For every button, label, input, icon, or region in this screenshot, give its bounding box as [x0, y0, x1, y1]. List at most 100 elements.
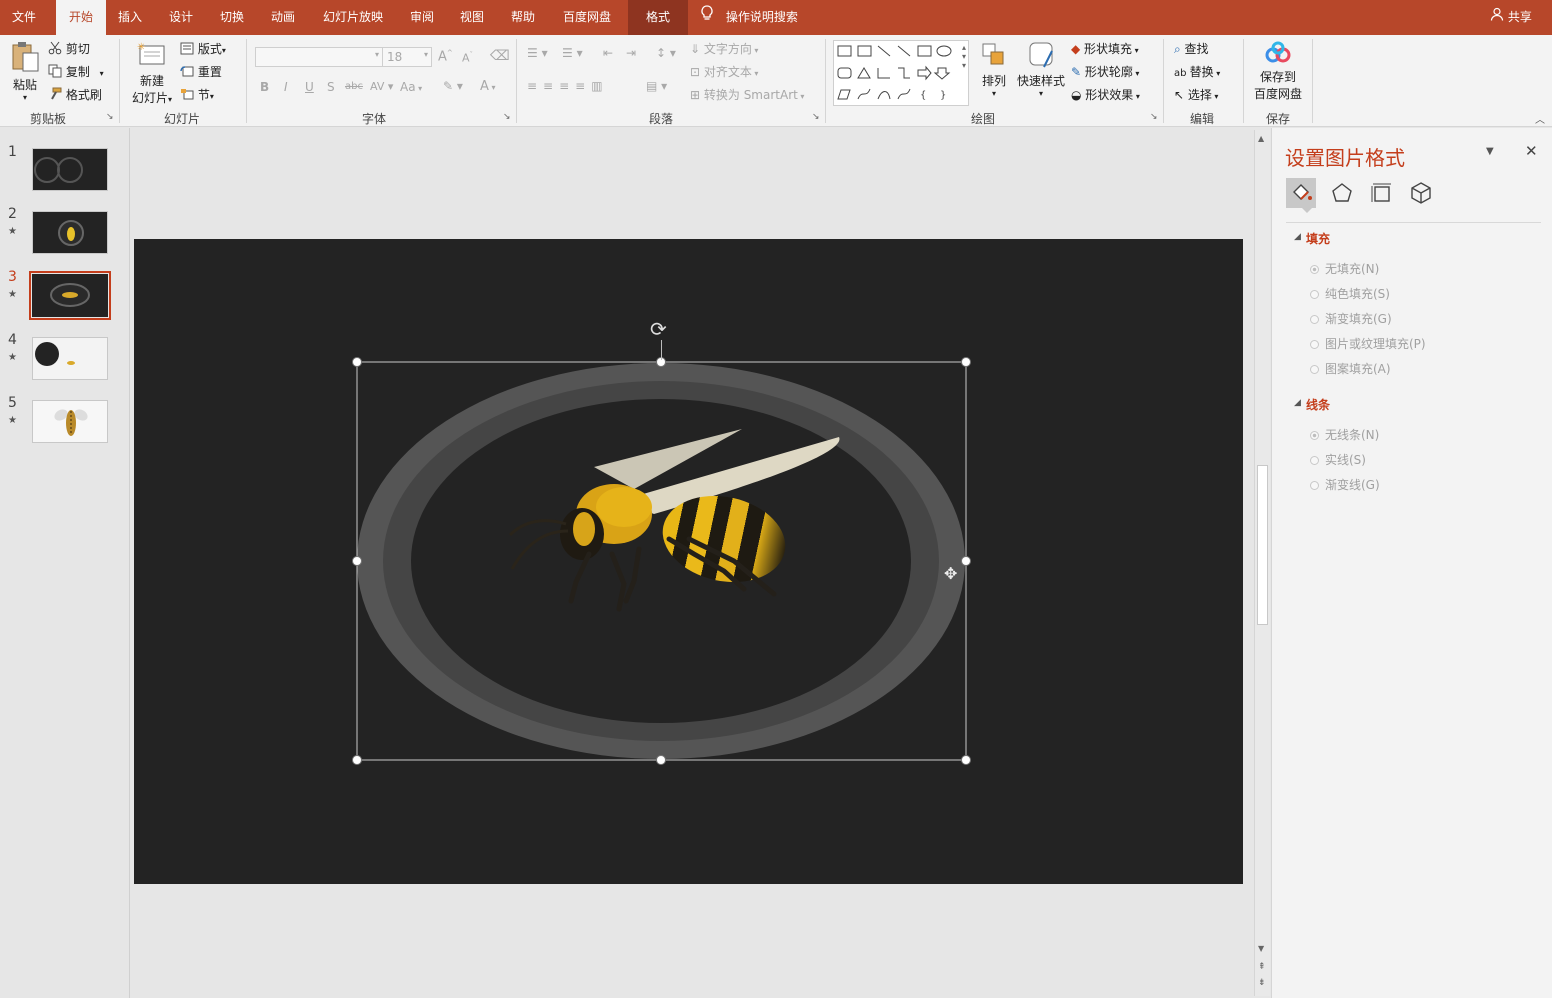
clear-format-button[interactable]: ⌫ — [490, 48, 510, 64]
bullets-button[interactable]: ☰ ▾ — [527, 46, 548, 60]
tab-view[interactable]: 视图 — [450, 0, 494, 35]
strikethrough-button[interactable]: abc — [345, 81, 363, 92]
char-spacing-button[interactable]: AV ▾ — [370, 80, 393, 93]
previous-slide-icon[interactable]: ⇞ — [1258, 962, 1266, 972]
grow-font-button[interactable]: A^ — [438, 49, 453, 64]
save-baidu-button[interactable]: 保存到 百度网盘 — [1252, 41, 1304, 102]
radio-picture-fill[interactable]: 图片或纹理填充(P) — [1310, 335, 1426, 352]
radio-gradient-fill[interactable]: 渐变填充(G) — [1310, 310, 1392, 327]
tab-review[interactable]: 审阅 — [400, 0, 444, 35]
radio-gradient-line[interactable]: 渐变线(G) — [1310, 476, 1380, 493]
pane-options-chevron-icon[interactable]: ▼ — [1486, 146, 1494, 157]
scroll-down-icon[interactable]: ▼ — [1258, 944, 1264, 953]
select-button[interactable]: ↖ 选择 ▾ — [1174, 86, 1218, 103]
tab-animations[interactable]: 动画 — [261, 0, 305, 35]
tab-help[interactable]: 帮助 — [501, 0, 545, 35]
radio-no-line[interactable]: 无线条(N) — [1310, 426, 1379, 443]
bold-button[interactable]: B — [260, 80, 269, 94]
slide-thumbnail-5[interactable] — [32, 400, 108, 443]
tab-insert[interactable]: 插入 — [108, 0, 152, 35]
font-color-button[interactable]: A ▾ — [480, 79, 495, 94]
font-size-dropdown[interactable]: 18 ▾ — [382, 47, 432, 67]
effects-tab[interactable] — [1327, 178, 1357, 208]
resize-handle-bottom-left[interactable] — [352, 755, 362, 765]
tab-baidu[interactable]: 百度网盘 — [553, 0, 621, 35]
collapse-fill-icon[interactable]: ◢ — [1294, 232, 1301, 242]
increase-indent-button[interactable]: ⇥ — [626, 46, 636, 60]
drawing-launcher-icon[interactable]: ↘ — [1150, 112, 1158, 122]
slide-thumbnail-3[interactable] — [32, 274, 108, 317]
radio-solid-line[interactable]: 实线(S) — [1310, 451, 1366, 468]
paste-button[interactable]: 粘贴 ▾ — [8, 41, 42, 107]
replace-button[interactable]: ab 替换 ▾ — [1174, 63, 1220, 80]
find-button[interactable]: ⌕ 查找 — [1174, 40, 1209, 57]
resize-handle-left[interactable] — [352, 556, 362, 566]
radio-no-fill[interactable]: 无填充(N) — [1310, 260, 1379, 277]
tab-file[interactable]: 文件 — [0, 0, 48, 35]
shape-fill-button[interactable]: ◆ 形状填充 ▾ — [1071, 40, 1139, 57]
tab-format[interactable]: 格式 — [628, 0, 688, 35]
tab-design[interactable]: 设计 — [159, 0, 203, 35]
copy-button[interactable]: 复制 ▾ — [48, 63, 104, 81]
decrease-indent-button[interactable]: ⇤ — [603, 46, 613, 60]
font-launcher-icon[interactable]: ↘ — [503, 112, 511, 122]
resize-handle-bottom-right[interactable] — [961, 755, 971, 765]
underline-button[interactable]: U — [305, 80, 314, 94]
shapes-gallery[interactable]: {} ▴ ▾ ▾ — [833, 40, 969, 106]
quick-styles-button[interactable]: 快速样式 ▾ — [1015, 41, 1067, 98]
arrange-button[interactable]: 排列 ▾ — [978, 41, 1010, 98]
section-button[interactable]: 节▾ — [180, 86, 214, 104]
tell-me-search[interactable]: 操作说明搜索 — [700, 0, 810, 35]
highlight-button[interactable]: ✎ ▾ — [443, 79, 463, 93]
alignment-buttons[interactable]: ≡≡≡≡▥ — [527, 79, 609, 93]
align-text-button[interactable]: ⊡ 对齐文本 ▾ — [690, 63, 758, 80]
gallery-scroll-icon[interactable]: ▴ ▾ ▾ — [962, 43, 966, 70]
clipboard-launcher-icon[interactable]: ↘ — [106, 112, 114, 122]
next-slide-icon[interactable]: ⇟ — [1258, 978, 1266, 988]
radio-solid-fill[interactable]: 纯色填充(S) — [1310, 285, 1390, 302]
columns-button[interactable]: ▤ ▾ — [646, 79, 667, 93]
size-properties-tab[interactable] — [1367, 178, 1397, 208]
collapse-ribbon-icon[interactable]: ︿ — [1535, 111, 1545, 126]
tab-home[interactable]: 开始 — [56, 0, 106, 35]
slide-thumbnail-1[interactable] — [32, 148, 108, 191]
line-spacing-button[interactable]: ↕ ▾ — [656, 46, 676, 60]
scroll-up-icon[interactable]: ▲ — [1258, 134, 1264, 143]
tab-slideshow[interactable]: 幻灯片放映 — [314, 0, 392, 35]
close-icon[interactable]: ✕ — [1525, 142, 1538, 160]
paragraph-launcher-icon[interactable]: ↘ — [812, 112, 820, 122]
share-button[interactable]: 共享 — [1486, 0, 1536, 35]
resize-handle-right[interactable] — [961, 556, 971, 566]
cut-button[interactable]: 剪切 — [48, 40, 90, 58]
slide-canvas[interactable]: ⟳ ✥ — [134, 239, 1243, 884]
change-case-button[interactable]: Aa ▾ — [400, 80, 422, 94]
line-section-title[interactable]: 线条 — [1306, 396, 1330, 413]
text-direction-button[interactable]: ⇓ 文字方向 ▾ — [690, 40, 758, 57]
collapse-line-icon[interactable]: ◢ — [1294, 398, 1301, 408]
shape-effects-button[interactable]: ◒ 形状效果 ▾ — [1071, 86, 1140, 103]
font-family-dropdown[interactable]: ▾ — [255, 47, 383, 67]
slide-thumbnail-4[interactable] — [32, 337, 108, 380]
resize-handle-top-left[interactable] — [352, 357, 362, 367]
layout-button[interactable]: 版式▾ — [180, 40, 226, 58]
format-painter-button[interactable]: 格式刷 — [48, 86, 102, 104]
reset-button[interactable]: 重置 — [180, 63, 222, 81]
resize-handle-top-right[interactable] — [961, 357, 971, 367]
new-slide-button[interactable]: ✳ 新建 幻灯片▾ — [128, 41, 176, 106]
slide-thumbnail-2[interactable] — [32, 211, 108, 254]
tab-transitions[interactable]: 切换 — [210, 0, 254, 35]
scrollbar-thumb[interactable] — [1257, 465, 1268, 625]
shadow-button[interactable]: S — [327, 80, 335, 94]
rotate-handle-icon[interactable]: ⟳ — [650, 317, 667, 341]
convert-smartart-button[interactable]: ⊞ 转换为 SmartArt ▾ — [690, 86, 804, 103]
picture-tab[interactable] — [1406, 178, 1436, 208]
italic-button[interactable]: I — [284, 80, 288, 94]
radio-pattern-fill[interactable]: 图案填充(A) — [1310, 360, 1391, 377]
numbering-button[interactable]: ☰ ▾ — [562, 46, 583, 60]
fill-line-tab[interactable] — [1286, 178, 1316, 208]
vertical-scrollbar[interactable]: ▲ ▼ ⇞ ⇟ — [1254, 130, 1270, 996]
shrink-font-button[interactable]: Aˇ — [462, 51, 473, 65]
resize-handle-bottom[interactable] — [656, 755, 666, 765]
fill-section-title[interactable]: 填充 — [1306, 230, 1330, 247]
shape-outline-button[interactable]: ✎ 形状轮廓 ▾ — [1071, 63, 1139, 80]
